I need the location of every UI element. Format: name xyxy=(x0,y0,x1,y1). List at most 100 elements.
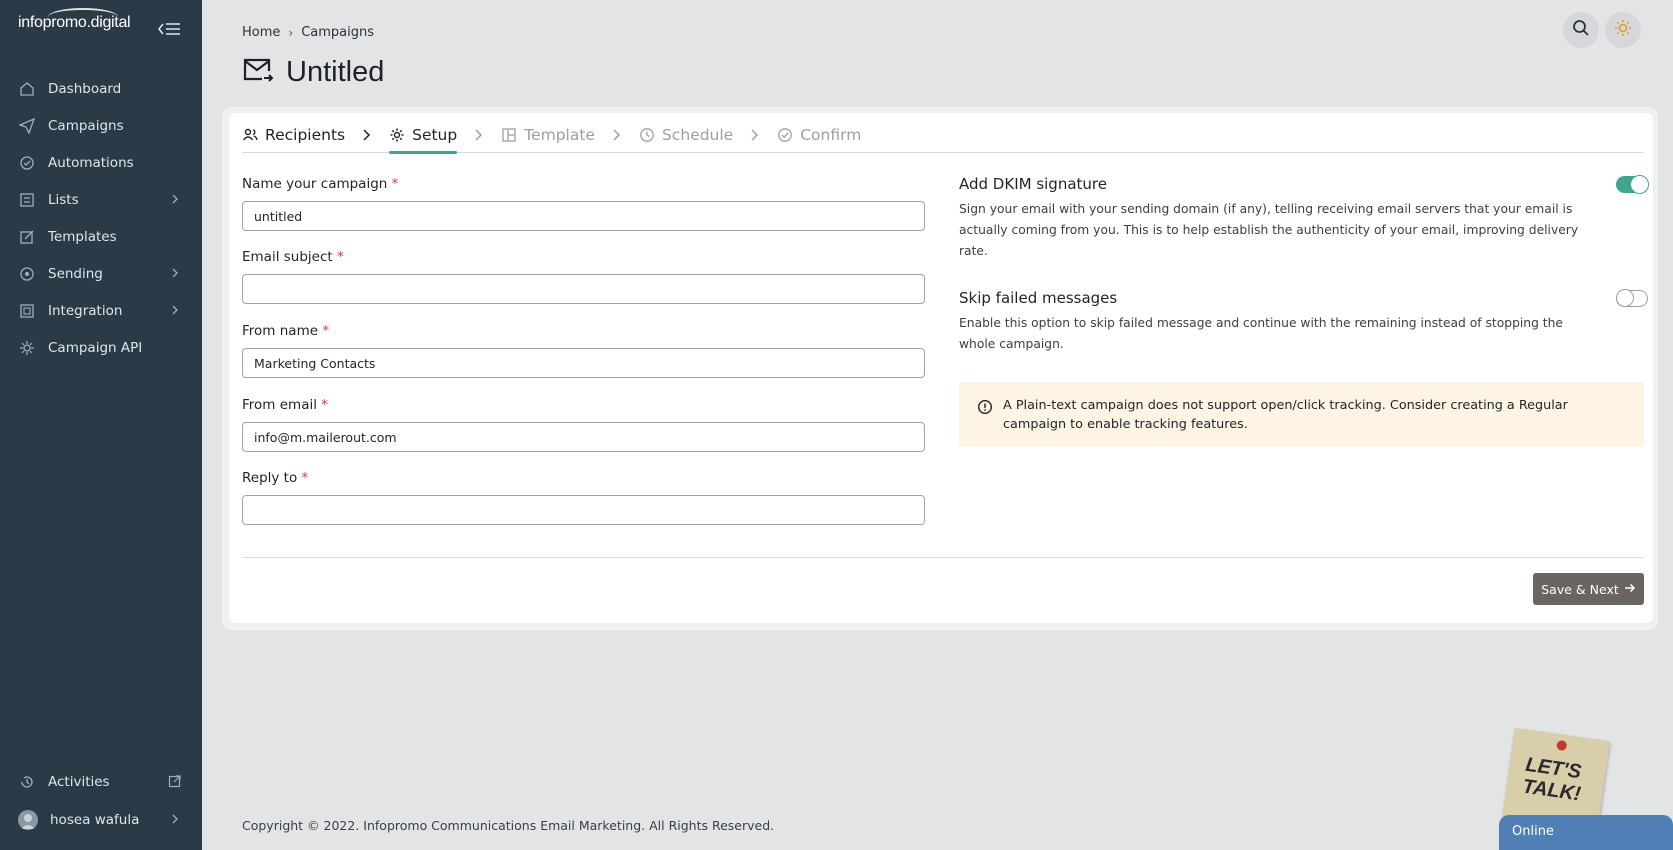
sidebar-bottom: Activities hosea wafula xyxy=(0,763,202,839)
breadcrumb-separator: › xyxy=(288,25,294,40)
api-icon xyxy=(18,339,36,357)
sidebar-item-label: Campaign API xyxy=(48,339,143,356)
step-label: Confirm xyxy=(800,125,862,144)
sidebar-item-campaigns[interactable]: Campaigns xyxy=(0,107,202,144)
sidebar-nav: Dashboard Campaigns Automations Lists Te… xyxy=(0,70,202,366)
users-icon xyxy=(242,127,258,143)
page-title-text: Untitled xyxy=(286,56,385,88)
label-text: Name your campaign xyxy=(242,176,388,192)
required-mark: * xyxy=(322,323,330,339)
from-email-input[interactable] xyxy=(242,422,925,452)
sidebar-item-label: Dashboard xyxy=(48,80,122,97)
save-next-button[interactable]: Save & Next xyxy=(1533,573,1644,605)
clock-icon xyxy=(639,127,655,143)
chevron-right-icon xyxy=(168,266,182,280)
required-mark: * xyxy=(301,470,309,486)
history-icon xyxy=(18,773,36,791)
sidebar-item-label: Campaigns xyxy=(48,117,124,134)
page-title: Untitled xyxy=(242,56,384,89)
send-icon xyxy=(18,117,36,135)
sidebar-item-label: Automations xyxy=(48,154,134,171)
lists-icon xyxy=(18,191,36,209)
chat-widget[interactable]: Online xyxy=(1499,815,1673,850)
layout-icon xyxy=(501,127,517,143)
chevron-right-icon xyxy=(749,128,761,142)
reply-to-input[interactable] xyxy=(242,495,925,525)
from-name-label: From name * xyxy=(242,323,329,339)
dkim-description: Sign your email with your sending domain… xyxy=(959,202,1579,258)
reply-to-label: Reply to * xyxy=(242,470,308,486)
campaign-name-label: Name your campaign * xyxy=(242,176,398,192)
chevron-right-icon xyxy=(473,128,485,142)
step-label: Schedule xyxy=(661,125,734,144)
external-link-icon[interactable] xyxy=(168,774,182,788)
chevron-right-icon xyxy=(168,303,182,317)
required-mark: * xyxy=(321,397,329,413)
step-label: Template xyxy=(524,125,595,144)
required-mark: * xyxy=(336,249,344,265)
check-circle-icon xyxy=(777,127,793,143)
sidebar-user-menu[interactable]: hosea wafula xyxy=(0,801,202,839)
label-text: Email subject xyxy=(242,249,333,265)
automation-icon xyxy=(18,154,36,172)
step-label: Recipients xyxy=(265,125,346,144)
step-confirm[interactable]: Confirm xyxy=(777,117,861,153)
chevron-right-icon xyxy=(361,128,373,142)
chevron-right-icon xyxy=(168,812,182,826)
chevron-right-icon xyxy=(611,128,623,142)
footer-copyright: Copyright © 2022. Infopromo Communicatio… xyxy=(242,818,775,833)
sidebar: infopromo.digital Dashboard Campaigns Au… xyxy=(0,0,202,850)
sidebar-item-templates[interactable]: Templates xyxy=(0,218,202,255)
alert-text: A Plain-text campaign does not support o… xyxy=(1003,398,1568,432)
sidebar-item-sending[interactable]: Sending xyxy=(0,255,202,292)
sidebar-item-lists[interactable]: Lists xyxy=(0,181,202,218)
step-schedule[interactable]: Schedule xyxy=(639,117,733,153)
step-setup[interactable]: Setup xyxy=(389,117,458,154)
sidebar-item-activities[interactable]: Activities xyxy=(0,763,202,801)
sidebar-item-integration[interactable]: Integration xyxy=(0,292,202,329)
sidebar-item-label: Activities xyxy=(48,774,110,790)
pin-icon xyxy=(1556,739,1568,752)
step-template[interactable]: Template xyxy=(501,117,595,153)
skip-failed-description: Enable this option to skip failed messag… xyxy=(959,316,1563,351)
sidebar-item-dashboard[interactable]: Dashboard xyxy=(0,70,202,107)
brand-logo[interactable]: infopromo.digital xyxy=(18,8,131,32)
chat-status: Online xyxy=(1512,824,1554,839)
sidebar-item-campaign-api[interactable]: Campaign API xyxy=(0,329,202,366)
save-next-label: Save & Next xyxy=(1541,581,1619,597)
sun-icon xyxy=(1614,19,1632,41)
gear-icon xyxy=(389,127,405,143)
home-icon xyxy=(18,80,36,98)
toggle-knob xyxy=(1630,175,1649,194)
collapse-menu-icon[interactable] xyxy=(156,18,182,40)
dkim-toggle[interactable] xyxy=(1616,175,1649,194)
from-name-input[interactable] xyxy=(242,348,925,378)
email-subject-input[interactable] xyxy=(242,274,925,304)
required-mark: * xyxy=(391,176,399,192)
label-text: Reply to xyxy=(242,470,298,486)
search-button[interactable] xyxy=(1563,12,1599,48)
tracking-warning-alert: A Plain-text campaign does not support o… xyxy=(959,382,1644,447)
from-email-label: From email * xyxy=(242,397,328,413)
step-label: Setup xyxy=(412,125,458,144)
email-subject-label: Email subject * xyxy=(242,249,344,265)
breadcrumb-home-link[interactable]: Home xyxy=(242,25,280,40)
dkim-title: Add DKIM signature xyxy=(959,175,1107,193)
toggle-knob xyxy=(1616,289,1634,307)
campaign-name-input[interactable] xyxy=(242,201,925,231)
step-recipients[interactable]: Recipients xyxy=(242,117,345,153)
integration-icon xyxy=(18,302,36,320)
sidebar-item-label: Lists xyxy=(48,191,79,208)
skip-failed-title: Skip failed messages xyxy=(959,289,1118,307)
skip-failed-toggle[interactable] xyxy=(1616,289,1648,307)
sidebar-item-label: Templates xyxy=(48,228,117,245)
sidebar-item-automations[interactable]: Automations xyxy=(0,144,202,181)
mail-send-icon xyxy=(242,57,274,89)
chevron-right-icon xyxy=(168,192,182,206)
breadcrumb: Home › Campaigns xyxy=(242,25,374,40)
user-name: hosea wafula xyxy=(50,812,140,828)
wizard-steps: Recipients Setup Template Schedule Confi… xyxy=(242,117,1644,154)
theme-toggle-button[interactable] xyxy=(1605,12,1641,48)
breadcrumb-campaigns-link[interactable]: Campaigns xyxy=(301,25,374,40)
card-divider xyxy=(242,557,1644,558)
